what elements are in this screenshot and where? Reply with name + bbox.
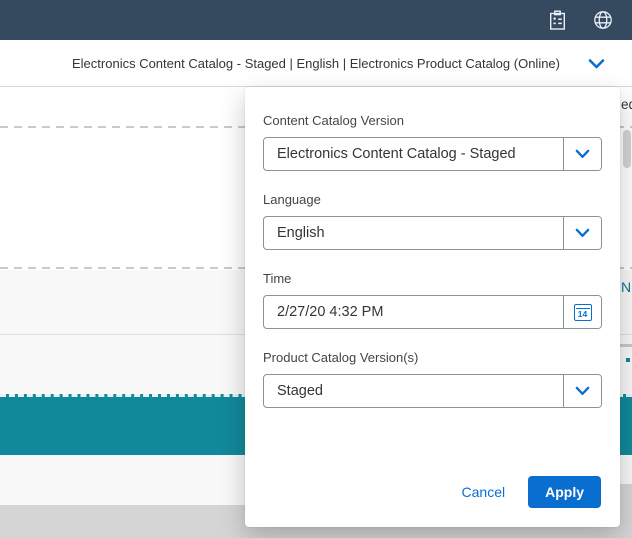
field-content-catalog-version: Content Catalog Version Electronics Cont… (263, 113, 602, 171)
select-value: Electronics Content Catalog - Staged (277, 146, 516, 162)
catalog-selector-breadcrumb[interactable]: Electronics Content Catalog - Staged | E… (72, 56, 560, 71)
catalog-version-popover: Content Catalog Version Electronics Cont… (245, 87, 620, 527)
cancel-button[interactable]: Cancel (462, 484, 506, 500)
chevron-down-icon[interactable] (563, 138, 601, 170)
chevron-down-icon[interactable] (563, 217, 601, 249)
globe-icon[interactable] (592, 9, 614, 31)
datetime-value: 2/27/20 4:32 PM (277, 304, 384, 320)
field-label: Language (263, 192, 321, 207)
content-catalog-version-select[interactable]: Electronics Content Catalog - Staged (263, 137, 602, 171)
calendar-day-number: 14 (577, 308, 588, 319)
product-catalog-version-select[interactable]: Staged (263, 374, 602, 408)
clipped-background-text: ed (621, 97, 632, 112)
scrollbar-thumb[interactable] (623, 130, 631, 168)
field-language: Language English (263, 192, 602, 250)
time-datetime-input[interactable]: 2/27/20 4:32 PM 14 (263, 295, 602, 329)
calendar-icon[interactable]: 14 (563, 296, 601, 328)
apply-button[interactable]: Apply (528, 476, 601, 508)
language-select[interactable]: English (263, 216, 602, 250)
chevron-down-icon[interactable] (588, 57, 605, 69)
smartedit-screen: ed N Electronics Content Catalog - Stag (0, 0, 632, 538)
chevron-down-icon[interactable] (563, 375, 601, 407)
select-value: Staged (277, 383, 323, 399)
select-value: English (277, 225, 325, 241)
field-label: Product Catalog Version(s) (263, 350, 419, 365)
field-label: Time (263, 271, 292, 286)
catalog-selector-toolbar: Electronics Content Catalog - Staged | E… (0, 40, 632, 87)
calendar-icon-glyph: 14 (573, 303, 592, 321)
popover-footer: Cancel Apply (462, 476, 601, 508)
shell-header-bar (0, 0, 632, 40)
page-footer-band-right (620, 484, 632, 506)
field-product-catalog-versions: Product Catalog Version(s) Staged (263, 350, 602, 408)
field-time: Time 2/27/20 4:32 PM 14 (263, 271, 602, 329)
field-label: Content Catalog Version (263, 113, 404, 128)
tasks-clipboard-icon[interactable] (546, 9, 568, 31)
clipped-background-text: N (621, 279, 632, 295)
teal-fragment (626, 358, 630, 362)
